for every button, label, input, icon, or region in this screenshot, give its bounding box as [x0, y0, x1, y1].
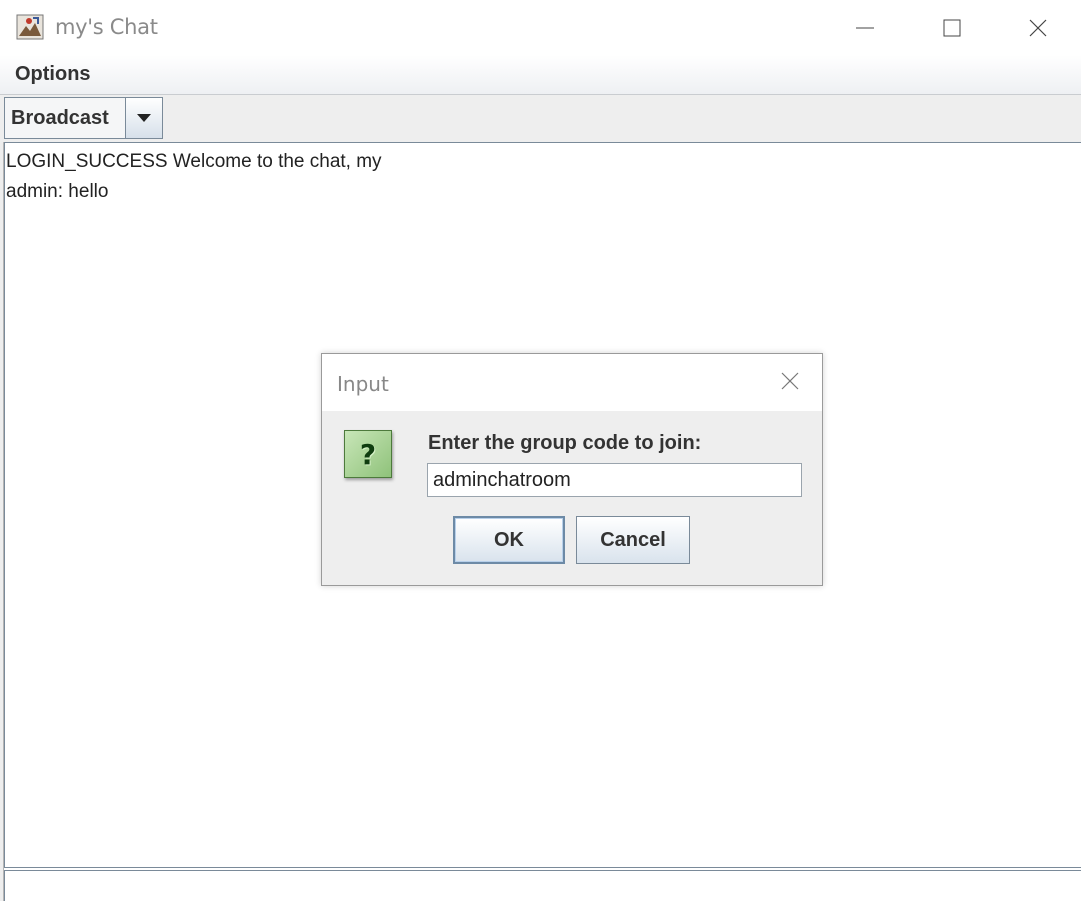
app-java-icon[interactable] [16, 14, 44, 40]
menu-options[interactable]: Options [15, 63, 91, 86]
ok-button[interactable]: OK [453, 516, 565, 564]
dropdown-arrow-icon[interactable] [126, 98, 162, 138]
maximize-button[interactable] [917, 0, 987, 55]
menu-bar: Options [0, 55, 1081, 95]
recipient-combo-value[interactable]: Broadcast [5, 98, 126, 138]
maximize-icon [942, 18, 962, 38]
dialog-titlebar: Input [322, 354, 822, 411]
message-input[interactable] [4, 870, 1081, 901]
minimize-icon [855, 18, 875, 38]
window-titlebar: my's Chat [0, 0, 1081, 55]
group-code-input[interactable] [427, 463, 802, 497]
minimize-button[interactable] [830, 0, 900, 55]
close-button[interactable] [1003, 0, 1073, 55]
question-icon: ? [344, 430, 392, 478]
toolbar: Broadcast [0, 95, 1081, 142]
chat-message: admin: hello [6, 181, 109, 202]
input-dialog: Input ? Enter the group code to join: OK… [321, 353, 823, 586]
prompt-label: Enter the group code to join: [428, 432, 702, 454]
question-mark-glyph: ? [359, 437, 377, 471]
window-title: my's Chat [55, 15, 158, 39]
chat-message: LOGIN_SUCCESS Welcome to the chat, my [6, 151, 382, 172]
close-icon [1028, 18, 1048, 38]
close-icon [780, 371, 800, 396]
dialog-title: Input [337, 372, 389, 396]
dialog-close-button[interactable] [768, 364, 812, 402]
recipient-combo[interactable]: Broadcast [4, 97, 163, 139]
cancel-button[interactable]: Cancel [576, 516, 690, 564]
